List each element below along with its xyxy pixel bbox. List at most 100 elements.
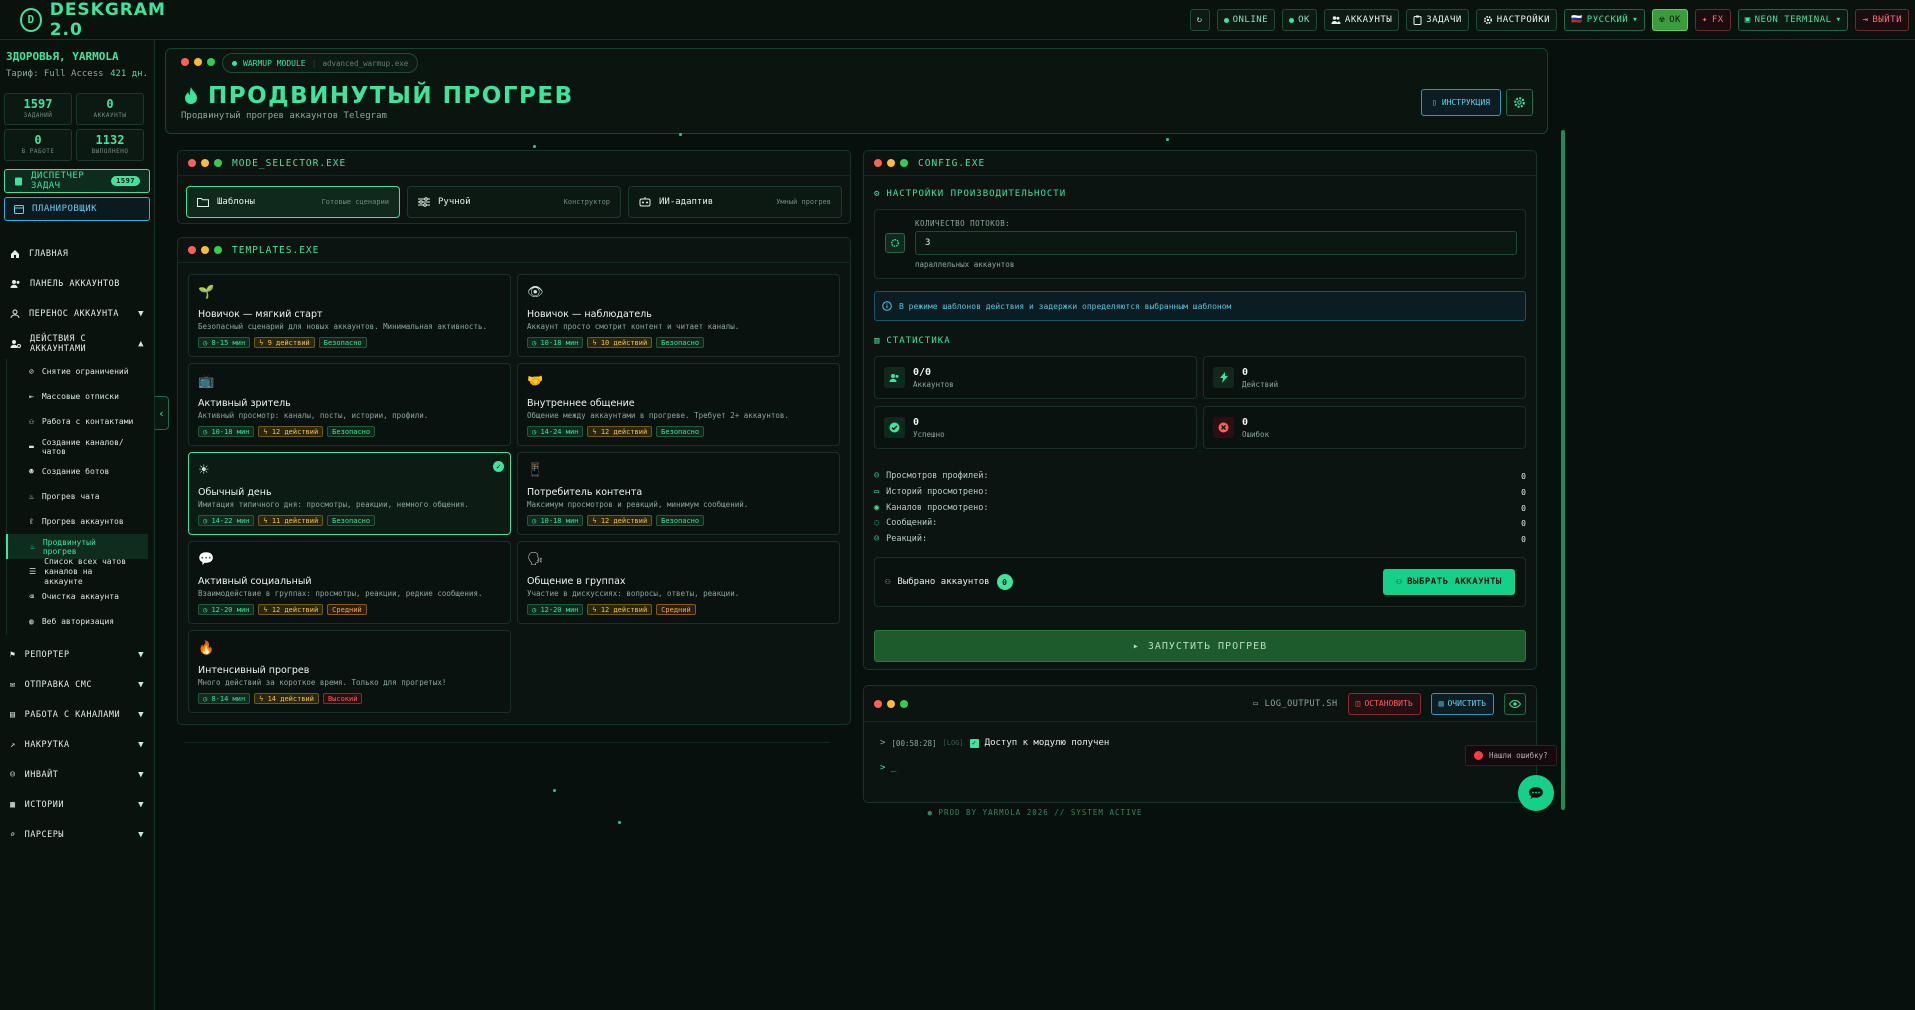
sidebar-collapse-button[interactable]: ‹ bbox=[155, 396, 169, 430]
accounts-button[interactable]: АККАУНТЫ bbox=[1323, 9, 1400, 31]
template-card[interactable]: 🗣 Общение в группах Участие в дискуссиях: … bbox=[517, 541, 840, 624]
metric-reactions: ☺ Реакций: 0 bbox=[874, 534, 1526, 544]
module-tag: WARMUP MODULE | advanced_warmup.exe bbox=[222, 53, 419, 73]
nav-label: ПАРСЕРЫ bbox=[24, 830, 64, 840]
ok-status[interactable]: OK bbox=[1282, 9, 1317, 31]
template-card[interactable]: 👁 Новичок — наблюдатель Аккаунт просто смо… bbox=[517, 274, 840, 357]
decor-spark bbox=[1166, 138, 1169, 141]
stat-card-value: 0 bbox=[913, 416, 920, 428]
refresh-button[interactable]: ↻ bbox=[1189, 9, 1210, 31]
metric-label: Каналов просмотрено: bbox=[886, 503, 989, 513]
template-time-tag: ◷ 14-22 мин bbox=[198, 515, 255, 526]
template-actions-tag: ϟ 12 действий bbox=[587, 426, 653, 437]
sidebar-item-channels[interactable]: ▤ РАБОТА С КАНАЛАМИ ▼ bbox=[0, 700, 154, 730]
template-desc: Аккаунт просто смотрит контент и читает … bbox=[527, 322, 740, 331]
subnav-item-unlock[interactable]: ⊘ Снятие ограничений bbox=[6, 359, 148, 384]
bar-chart-icon: ▥ bbox=[874, 336, 881, 346]
stat-card-value: 0/0 bbox=[913, 366, 932, 378]
minimize-light[interactable] bbox=[194, 58, 202, 66]
template-card[interactable]: 💬 Активный социальный Взаимодействие в гру… bbox=[188, 541, 511, 624]
sidebar-item-reporter[interactable]: ⚑ РЕПОРТЕР ▼ bbox=[0, 640, 154, 670]
subnav-item-chat-list[interactable]: ☰ Список всех чатов каналов на аккаунте bbox=[6, 556, 148, 586]
threads-input[interactable] bbox=[915, 231, 1517, 255]
main-scrollbar[interactable] bbox=[1561, 130, 1565, 810]
start-warmup-button[interactable]: ▸ ЗАПУСТИТЬ ПРОГРЕВ bbox=[874, 630, 1526, 662]
task-dispatcher-button[interactable]: ДИСПЕТЧЕР ЗАДАЧ 1597 bbox=[4, 169, 150, 193]
sidebar-item-accounts-panel[interactable]: ПАНЕЛЬ АККАУНТОВ bbox=[0, 269, 154, 299]
subnav-item-unsubscribe[interactable]: ⇤ Массовые отписки bbox=[6, 384, 148, 409]
language-select[interactable]: 🇷🇺 РУССКИЙ ▾ bbox=[1564, 9, 1646, 31]
metric-label: Историй просмотрено: bbox=[886, 487, 989, 497]
sidebar-item-boost[interactable]: ↗ НАКРУТКА ▼ bbox=[0, 730, 154, 760]
report-error-button[interactable]: Нашли ошибку? bbox=[1465, 745, 1557, 766]
stat-done: 1132 ВЫПОЛНЕНО bbox=[76, 129, 144, 161]
template-time: 10-18 мин bbox=[540, 339, 579, 347]
start-warmup-label: ЗАПУСТИТЬ ПРОГРЕВ bbox=[1147, 640, 1268, 652]
subnav-label: Список всех чатов bbox=[44, 556, 127, 566]
maximize-light[interactable] bbox=[207, 58, 215, 66]
fx-button[interactable]: ✦ FX bbox=[1694, 9, 1731, 31]
trash-icon: ▥ bbox=[1438, 699, 1444, 708]
subnav-item-chat-warmup[interactable]: ♨ Прогрев чата bbox=[6, 484, 148, 509]
subnav-item-advanced-warmup[interactable]: ♨ Продвинутый прогрев bbox=[6, 534, 148, 559]
template-actions: 14 действий bbox=[267, 695, 314, 703]
online-status[interactable]: ONLINE bbox=[1216, 9, 1276, 31]
header-settings-button[interactable] bbox=[1506, 89, 1533, 116]
smile-icon: ☺ bbox=[874, 534, 880, 544]
status-ok-button[interactable]: ☢ OK bbox=[1652, 9, 1688, 31]
stop-icon: ◫ bbox=[1355, 699, 1361, 708]
subnav-item-cleanup[interactable]: ⌫ Очистка аккаунта bbox=[6, 584, 148, 609]
sliders-icon bbox=[418, 197, 430, 207]
log-prompt[interactable]: > _ bbox=[880, 763, 896, 773]
sidebar-item-account-actions[interactable]: ДЕЙСТВИЯ С АККАУНТАМИ ▲ bbox=[0, 329, 154, 359]
close-light[interactable] bbox=[181, 58, 189, 66]
tasks-button[interactable]: ЗАДАЧИ bbox=[1406, 9, 1469, 31]
gear-icon bbox=[1483, 15, 1493, 25]
folder-icon bbox=[197, 197, 209, 207]
panel-title: MODE_SELECTOR.EXE bbox=[232, 157, 347, 169]
logout-button[interactable]: ⇥ ВЫЙТИ bbox=[1855, 9, 1909, 31]
sidebar-item-home[interactable]: ГЛАВНАЯ bbox=[0, 239, 154, 269]
settings-button[interactable]: НАСТРОЙКИ bbox=[1475, 9, 1558, 31]
globe-icon: ◍ bbox=[29, 617, 34, 626]
sidebar-item-sms[interactable]: ✉ ОТПРАВКА СМС ▼ bbox=[0, 670, 154, 700]
template-desc: Максимум просмотров и реакций, минимум с… bbox=[527, 500, 749, 509]
panel-title: CONFIG.EXE bbox=[918, 157, 986, 169]
template-card[interactable]: 📺 Активный зритель Активный просмотр: кана… bbox=[188, 363, 511, 446]
gear-icon bbox=[1513, 96, 1526, 109]
theme-label: NEON TERMINAL bbox=[1754, 15, 1832, 25]
sidebar-item-stories[interactable]: ▦ ИСТОРИИ ▼ bbox=[0, 790, 154, 820]
sidebar-item-parsers[interactable]: ⌕ ПАРСЕРЫ ▼ bbox=[0, 820, 154, 850]
instructions-button[interactable]: ▯ ИНСТРУКЦИЯ bbox=[1421, 89, 1501, 116]
sidebar-item-invite[interactable]: ☺ ИНВАЙТ ▼ bbox=[0, 760, 154, 790]
template-card[interactable]: ☀ Обычный день Имитация типичного дня: про… bbox=[188, 452, 511, 535]
mode-ai-button[interactable]: ИИ-адаптив Умный прогрев bbox=[628, 186, 842, 218]
unlock-icon: ⊘ bbox=[29, 367, 34, 376]
clear-button[interactable]: ▥ ОЧИСТИТЬ bbox=[1430, 692, 1494, 715]
nav-label: ИСТОРИИ bbox=[24, 800, 64, 810]
select-accounts-button[interactable]: ⚇ ВЫБРАТЬ АККАУНТЫ bbox=[1383, 569, 1515, 595]
contacts-icon: ⚇ bbox=[29, 417, 34, 426]
template-card[interactable]: 🤝 Внутреннее общение Общение между аккаунт… bbox=[517, 363, 840, 446]
toggle-log-view-button[interactable] bbox=[1504, 692, 1526, 715]
subnav-item-contacts[interactable]: ⚇ Работа с контактами bbox=[6, 409, 148, 434]
template-name: Внутреннее общение bbox=[527, 398, 635, 409]
template-card[interactable]: 📱 Потребитель контента Максимум просмотров… bbox=[517, 452, 840, 535]
stop-button[interactable]: ◫ ОСТАНОВИТЬ bbox=[1347, 692, 1421, 715]
theme-select[interactable]: ▣ NEON TERMINAL ▾ bbox=[1737, 9, 1849, 31]
scheduler-button[interactable]: ПЛАНИРОВЩИК bbox=[4, 197, 150, 221]
subnav-item-create-channels[interactable]: ▬ Создание каналов/чатов bbox=[6, 434, 148, 459]
subnav-item-create-bots[interactable]: ☻ Создание ботов bbox=[6, 459, 148, 484]
subnav-item-account-warmup[interactable]: ℓ Прогрев аккаунтов bbox=[6, 509, 148, 534]
selected-check-icon: ✓ bbox=[493, 461, 504, 472]
template-card[interactable]: 🔥 Интенсивный прогрев Много действий за ко… bbox=[188, 630, 511, 713]
metric-value: 0 bbox=[1521, 534, 1526, 544]
subnav-label: Прогрев чата bbox=[41, 492, 100, 501]
panel-lights bbox=[188, 246, 222, 254]
mode-manual-button[interactable]: Ручной Конструктор bbox=[407, 186, 621, 218]
app-logo[interactable]: D DESKGRAM 2.0 bbox=[0, 0, 188, 40]
sidebar-item-transfer[interactable]: ПЕРЕНОС АККАУНТА ▼ bbox=[0, 299, 154, 329]
mode-templates-button[interactable]: Шаблоны Готовые сценарии bbox=[186, 186, 400, 218]
subnav-item-web-auth[interactable]: ◍ Веб авторизация bbox=[6, 609, 148, 634]
template-card[interactable]: 🌱 Новичок — мягкий старт Безопасный сценар… bbox=[188, 274, 511, 357]
